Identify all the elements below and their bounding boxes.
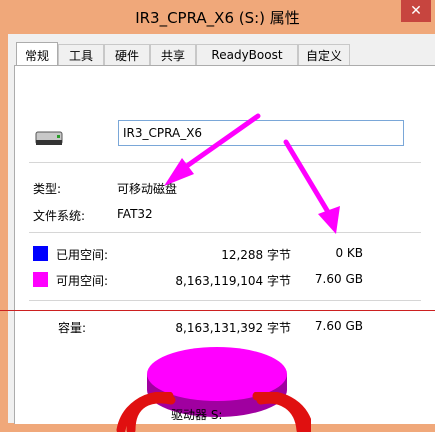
red-annotation-line xyxy=(0,310,435,311)
arrow-to-filesystem xyxy=(164,113,261,186)
arrow-to-space xyxy=(283,139,340,234)
arrow-annotations xyxy=(164,113,340,234)
